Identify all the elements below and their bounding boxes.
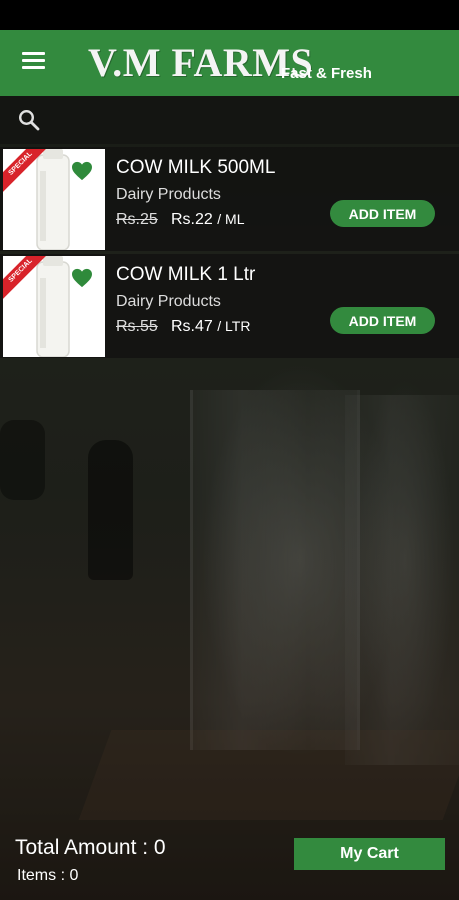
product-category: Dairy Products (116, 293, 221, 310)
product-title: COW MILK 500ML (116, 157, 276, 178)
menu-icon[interactable] (22, 52, 46, 72)
heart-icon[interactable] (71, 161, 93, 181)
milk-bottle-image (36, 256, 70, 357)
product-image[interactable]: SPECIAL (3, 149, 105, 250)
product-image[interactable]: SPECIAL (3, 256, 105, 357)
product-card[interactable]: SPECIAL COW MILK 1 Ltr Dairy Products Rs… (0, 254, 459, 358)
product-old-price: Rs.25 (116, 211, 158, 228)
brand-tagline: Fast & Fresh (281, 65, 372, 82)
status-bar (0, 0, 459, 30)
price-unit: / LTR (217, 318, 251, 334)
product-old-price: Rs.55 (116, 318, 158, 335)
total-amount: Total Amount : 0 (15, 836, 166, 859)
price-value: Rs.47 (171, 318, 213, 335)
add-item-button[interactable]: ADD ITEM (330, 200, 435, 227)
milk-bottle-image (36, 149, 70, 250)
search-icon[interactable] (17, 108, 41, 132)
price-unit: / ML (217, 211, 245, 227)
add-item-button[interactable]: ADD ITEM (330, 307, 435, 334)
brand-logo: V.M FARMS (88, 40, 314, 85)
product-title: COW MILK 1 Ltr (116, 264, 256, 285)
items-count: Items : 0 (17, 867, 79, 884)
price-value: Rs.22 (171, 211, 213, 228)
heart-icon[interactable] (71, 268, 93, 288)
my-cart-button[interactable]: My Cart (294, 838, 445, 870)
product-new-price: Rs.47 / LTR (171, 318, 250, 336)
product-category: Dairy Products (116, 186, 221, 203)
product-new-price: Rs.22 / ML (171, 211, 244, 229)
app-bar: V.M FARMS Fast & Fresh (0, 30, 459, 96)
search-bar[interactable] (0, 96, 459, 144)
product-card[interactable]: SPECIAL COW MILK 500ML Dairy Products Rs… (0, 147, 459, 251)
